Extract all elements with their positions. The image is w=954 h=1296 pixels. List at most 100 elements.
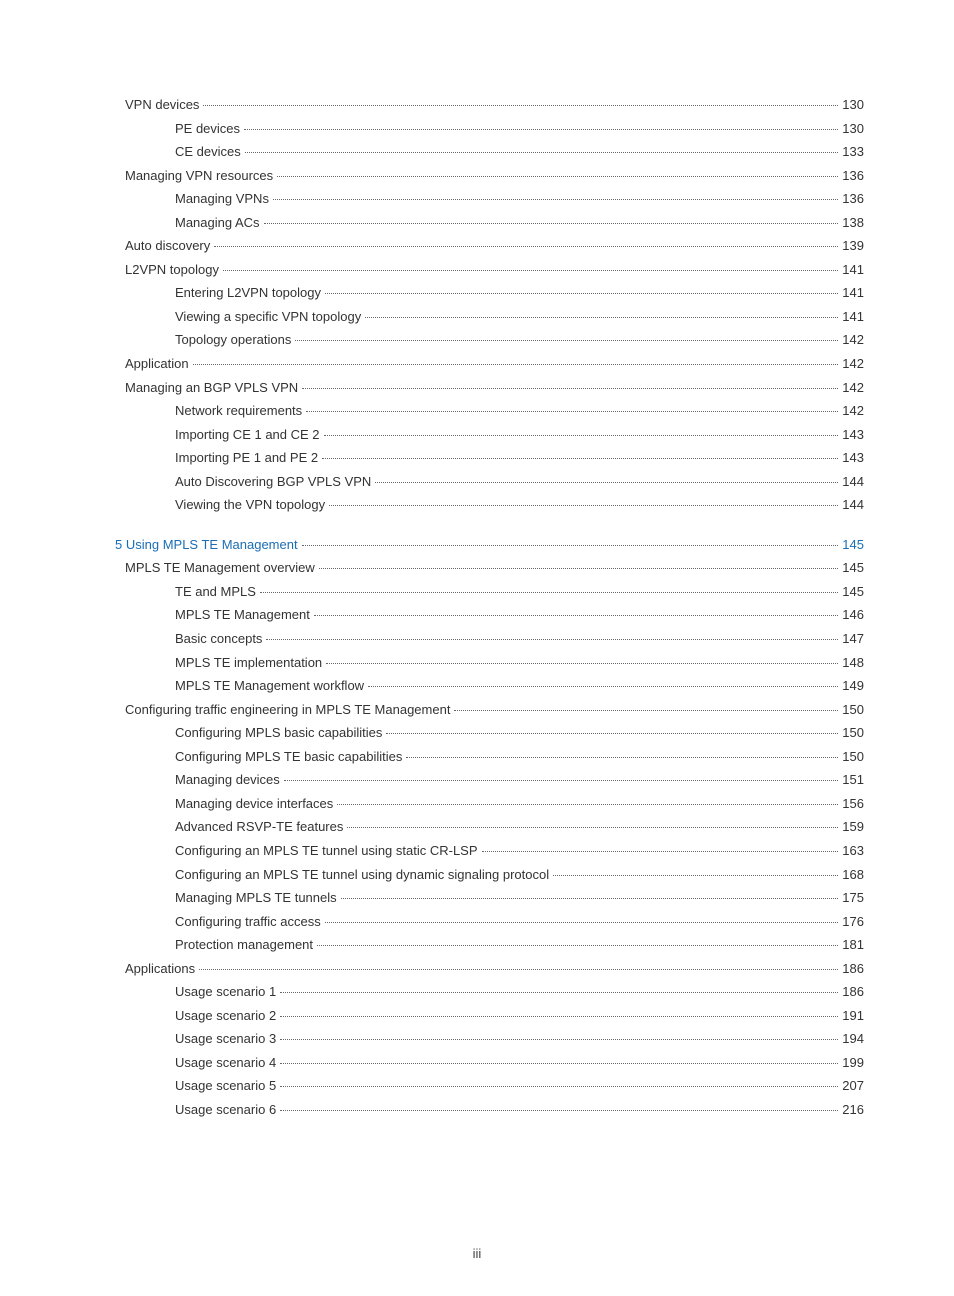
toc-entry: Usage scenario 5207 [115, 1077, 864, 1095]
toc-entry-label: Managing VPN resources [125, 167, 275, 185]
toc-entry-page: 175 [840, 889, 864, 907]
toc-entry: Configuring traffic engineering in MPLS … [115, 701, 864, 719]
toc-entry-label: VPN devices [125, 96, 201, 114]
toc-entry-label: Configuring an MPLS TE tunnel using dyna… [175, 866, 551, 884]
toc-entry: Applications186 [115, 960, 864, 978]
toc-entry-label: TE and MPLS [175, 583, 258, 601]
toc-leader-dots [245, 152, 839, 153]
toc-entry-page: 151 [840, 771, 864, 789]
toc-entry: Usage scenario 4 199 [115, 1054, 864, 1072]
toc-entry: Managing device interfaces156 [115, 795, 864, 813]
toc-entry-page: 150 [840, 748, 864, 766]
toc-entry-page: 207 [840, 1077, 864, 1095]
toc-entry-page: 194 [840, 1030, 864, 1048]
toc-entry-label: L2VPN topology [125, 261, 221, 279]
toc-entry: Topology operations 142 [115, 331, 864, 349]
toc-entry-page: 130 [840, 96, 864, 114]
toc-entry-page: 141 [840, 261, 864, 279]
toc-leader-dots [365, 317, 838, 318]
document-page: VPN devices130PE devices130CE devices133… [0, 0, 954, 1296]
toc-entry: Configuring an MPLS TE tunnel using stat… [115, 842, 864, 860]
toc-entry-label: Managing ACs [175, 214, 262, 232]
toc-entry-page: 191 [840, 1007, 864, 1025]
toc-entry-page: 145 [840, 583, 864, 601]
toc-entry-page: 156 [840, 795, 864, 813]
toc-leader-dots [260, 592, 838, 593]
toc-entry-label: Advanced RSVP-TE features [175, 818, 345, 836]
toc-entry: Managing ACs138 [115, 214, 864, 232]
toc-leader-dots [347, 827, 838, 828]
toc-entry-label: Viewing the VPN topology [175, 496, 327, 514]
toc-leader-dots [306, 411, 838, 412]
toc-entry: Network requirements142 [115, 402, 864, 420]
toc-leader-dots [264, 223, 839, 224]
toc-entry: Managing VPNs136 [115, 190, 864, 208]
toc-leader-dots [266, 639, 838, 640]
toc-entry[interactable]: 5 Using MPLS TE Management 145 [115, 536, 864, 554]
toc-entry: MPLS TE implementation148 [115, 654, 864, 672]
toc-entry-label: MPLS TE Management [175, 606, 312, 624]
toc-leader-dots [368, 686, 838, 687]
toc-entry-label: Entering L2VPN topology [175, 284, 323, 302]
toc-leader-dots [553, 875, 838, 876]
toc-leader-dots [284, 780, 839, 781]
toc-leader-dots [375, 482, 838, 483]
toc-entry-label: Protection management [175, 936, 315, 954]
toc-entry-label: Managing devices [175, 771, 282, 789]
toc-entry: Entering L2VPN topology141 [115, 284, 864, 302]
toc-entry: MPLS TE Management workflow149 [115, 677, 864, 695]
toc-leader-dots [325, 922, 839, 923]
toc-leader-dots [324, 435, 839, 436]
toc-entry-label: Application [125, 355, 191, 373]
toc-entry-page: 144 [840, 473, 864, 491]
toc-entry-label: Usage scenario 2 [175, 1007, 278, 1025]
toc-entry: MPLS TE Management146 [115, 606, 864, 624]
toc-entry-page: 142 [840, 331, 864, 349]
toc-entry-label: Configuring MPLS TE basic capabilities [175, 748, 404, 766]
toc-entry-page: 176 [840, 913, 864, 931]
toc-entry-label: Topology operations [175, 331, 293, 349]
toc-entry-label: MPLS TE implementation [175, 654, 324, 672]
toc-entry-page: 141 [840, 308, 864, 326]
toc-entry: Viewing a specific VPN topology141 [115, 308, 864, 326]
toc-entry: L2VPN topology 141 [115, 261, 864, 279]
toc-leader-dots [214, 246, 838, 247]
toc-entry-page: 143 [840, 426, 864, 444]
toc-leader-dots [341, 898, 839, 899]
toc-entry-label: CE devices [175, 143, 243, 161]
toc-entry-label[interactable]: 5 Using MPLS TE Management [115, 536, 300, 554]
toc-entry-page: 142 [840, 355, 864, 373]
toc-entry-page: 186 [840, 983, 864, 1001]
toc-leader-dots [325, 293, 838, 294]
toc-entry-page: 186 [840, 960, 864, 978]
toc-entry: Advanced RSVP-TE features 159 [115, 818, 864, 836]
toc-entry-page[interactable]: 145 [840, 536, 864, 554]
toc-entry-page: 199 [840, 1054, 864, 1072]
toc-leader-dots [244, 129, 838, 130]
toc-entry-label: Usage scenario 4 [175, 1054, 278, 1072]
toc-entry-page: 145 [840, 559, 864, 577]
toc-leader-dots [302, 388, 838, 389]
toc-entry-label: PE devices [175, 120, 242, 138]
toc-entry-label: MPLS TE Management workflow [175, 677, 366, 695]
toc-entry-page: 181 [840, 936, 864, 954]
toc-entry: Usage scenario 3194 [115, 1030, 864, 1048]
toc-entry: TE and MPLS 145 [115, 583, 864, 601]
toc-entry: Auto discovery139 [115, 237, 864, 255]
toc-entry: Usage scenario 2 191 [115, 1007, 864, 1025]
toc-leader-dots [280, 1110, 838, 1111]
toc-entry-page: 159 [840, 818, 864, 836]
toc-leader-dots [273, 199, 838, 200]
toc-entry-label: Network requirements [175, 402, 304, 420]
toc-entry: Importing CE 1 and CE 2143 [115, 426, 864, 444]
toc-leader-dots [280, 1086, 838, 1087]
toc-leader-dots [280, 1039, 838, 1040]
toc-entry: Managing MPLS TE tunnels 175 [115, 889, 864, 907]
toc-entry-label: Basic concepts [175, 630, 264, 648]
toc-entry: MPLS TE Management overview145 [115, 559, 864, 577]
toc-entry-label: Managing MPLS TE tunnels [175, 889, 339, 907]
toc-entry: VPN devices 130 [115, 96, 864, 114]
toc-entry-label: Importing PE 1 and PE 2 [175, 449, 320, 467]
toc-leader-dots [319, 568, 839, 569]
toc-entry: Importing PE 1 and PE 2143 [115, 449, 864, 467]
